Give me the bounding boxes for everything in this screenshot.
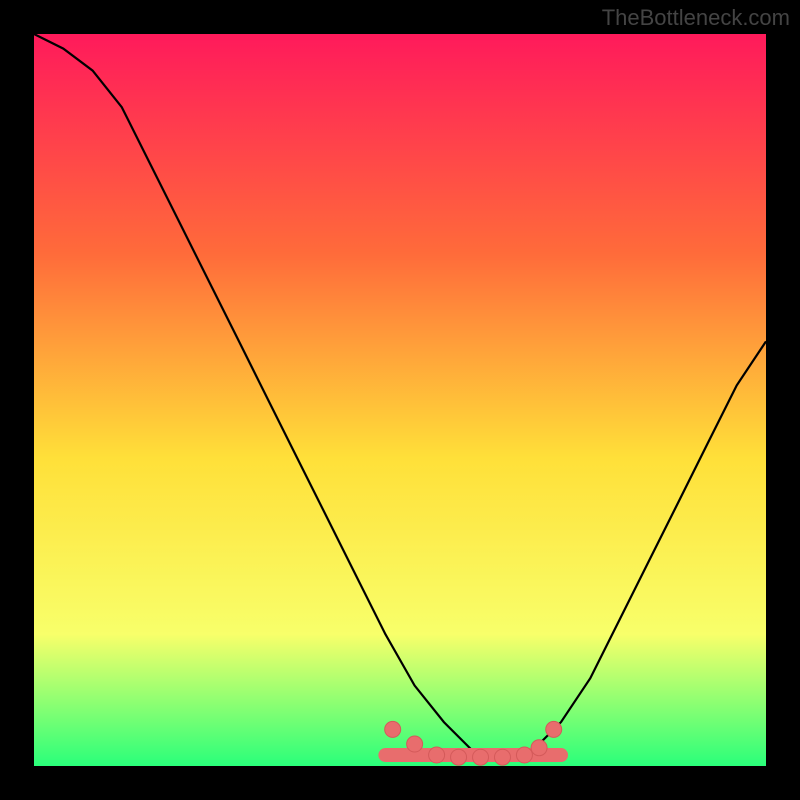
marker-dot xyxy=(473,749,489,765)
marker-dot xyxy=(494,749,510,765)
marker-dot xyxy=(385,721,401,737)
attribution-text: TheBottleneck.com xyxy=(602,5,790,31)
gradient-bg xyxy=(34,34,766,766)
marker-dot xyxy=(407,736,423,752)
marker-dot xyxy=(429,747,445,763)
marker-dot xyxy=(546,721,562,737)
bottleneck-chart xyxy=(34,34,766,766)
marker-dot xyxy=(531,740,547,756)
marker-dot xyxy=(516,747,532,763)
chart-svg xyxy=(34,34,766,766)
marker-dot xyxy=(451,749,467,765)
